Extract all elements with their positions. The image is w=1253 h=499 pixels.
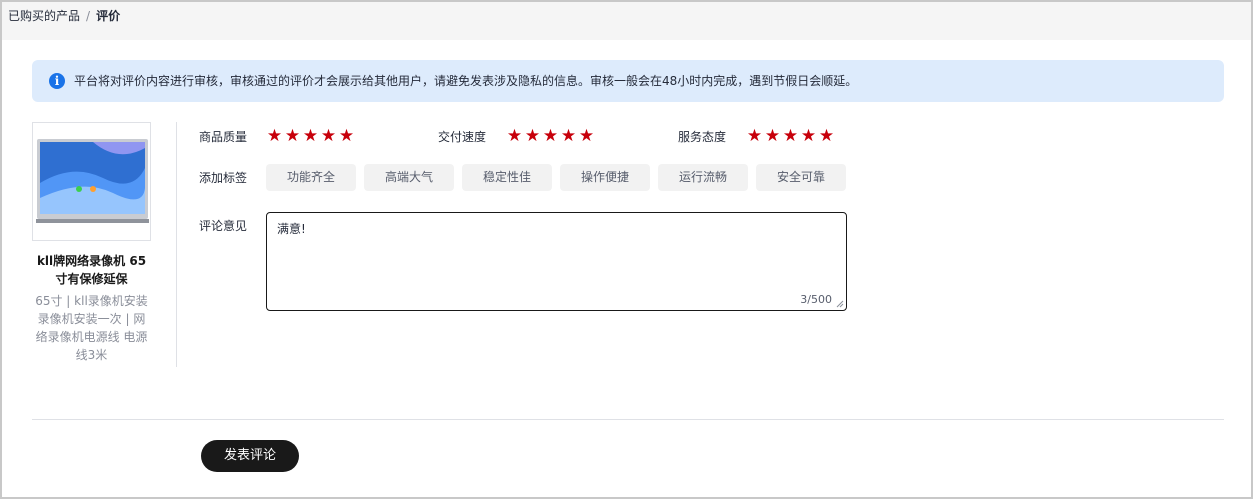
notice-text: 平台将对评价内容进行审核，审核通过的评价才会展示给其他用户，请避免发表涉及隐私的… [74, 74, 858, 88]
star-icon[interactable]: ★ [338, 128, 355, 145]
breadcrumb-link-purchased-products[interactable]: 已购买的产品 [8, 9, 80, 23]
star-icon[interactable]: ★ [506, 128, 523, 145]
rating-label-delivery: 交付速度 [438, 130, 487, 144]
tag-button[interactable]: 操作便捷 [560, 164, 650, 191]
star-icon[interactable]: ★ [524, 128, 541, 145]
tag-list: 功能齐全 高端大气 稳定性佳 操作便捷 运行流畅 安全可靠 [266, 164, 846, 191]
top-bar: 已购买的产品 / 评价 [2, 2, 1251, 40]
breadcrumb: 已购买的产品 / 评价 [8, 8, 120, 24]
star-icon[interactable]: ★ [284, 128, 301, 145]
submit-review-button[interactable]: 发表评论 [201, 440, 299, 472]
product-spec: 65寸 | kll录像机安装录像机安装一次 | 网络录像机电源线 电源线3米 [35, 294, 148, 362]
star-icon[interactable]: ★ [746, 128, 763, 145]
divider [32, 419, 1224, 420]
comment-textarea[interactable]: 满意! 3/500 [266, 212, 847, 311]
comment-label: 评论意见 [199, 219, 248, 233]
rating-stars-quality[interactable]: ★ ★ ★ ★ ★ [266, 128, 355, 145]
tag-button[interactable]: 稳定性佳 [462, 164, 552, 191]
star-icon[interactable]: ★ [320, 128, 337, 145]
star-icon[interactable]: ★ [560, 128, 577, 145]
star-icon[interactable]: ★ [800, 128, 817, 145]
star-icon[interactable]: ★ [302, 128, 319, 145]
review-page: 已购买的产品 / 评价 i 平台将对评价内容进行审核，审核通过的评价才会展示给其他用… [0, 0, 1253, 499]
character-counter: 3/500 [800, 293, 832, 306]
star-icon[interactable]: ★ [578, 128, 595, 145]
product-name: kll牌网络录像机 65寸有保修延保 [36, 254, 147, 286]
rating-label-quality: 商品质量 [199, 130, 248, 144]
rating-label-service: 服务态度 [678, 130, 727, 144]
star-icon[interactable]: ★ [764, 128, 781, 145]
star-icon[interactable]: ★ [818, 128, 835, 145]
rating-stars-delivery[interactable]: ★ ★ ★ ★ ★ [506, 128, 595, 145]
resize-handle-icon[interactable] [836, 300, 844, 308]
tag-button[interactable]: 运行流畅 [658, 164, 748, 191]
tag-button[interactable]: 高端大气 [364, 164, 454, 191]
tag-button[interactable]: 功能齐全 [266, 164, 356, 191]
info-icon: i [49, 73, 65, 89]
tag-button[interactable]: 安全可靠 [756, 164, 846, 191]
rating-stars-service[interactable]: ★ ★ ★ ★ ★ [746, 128, 835, 145]
product-summary: kll牌网络录像机 65寸有保修延保 65寸 | kll录像机安装录像机安装一次… [32, 122, 177, 367]
review-notice-banner: i 平台将对评价内容进行审核，审核通过的评价才会展示给其他用户，请避免发表涉及隐… [32, 60, 1224, 102]
tags-label: 添加标签 [199, 171, 248, 185]
comment-text[interactable]: 满意! [277, 221, 306, 237]
breadcrumb-current: 评价 [96, 9, 121, 23]
star-icon[interactable]: ★ [782, 128, 799, 145]
product-image [32, 122, 151, 241]
star-icon[interactable]: ★ [542, 128, 559, 145]
star-icon[interactable]: ★ [266, 128, 283, 145]
breadcrumb-separator: / [86, 9, 91, 23]
